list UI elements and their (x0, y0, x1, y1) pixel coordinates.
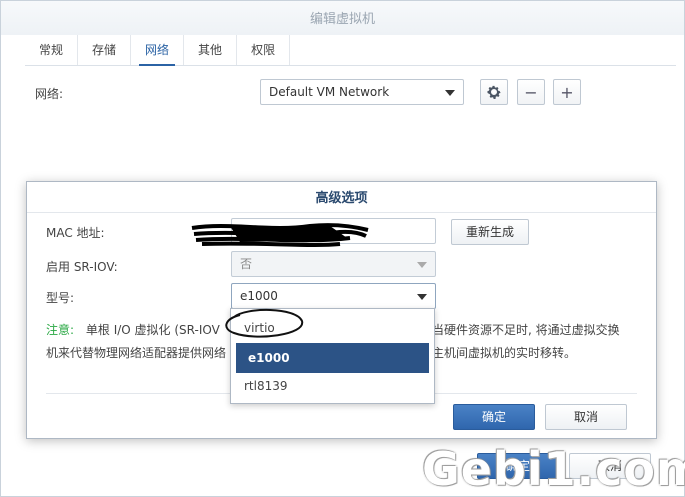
note-line-1: 注意: 单根 I/O 虚拟化 (SR-IOV (46, 321, 220, 338)
sriov-value: 否 (240, 257, 253, 271)
model-option-e1000[interactable]: e1000 (236, 343, 429, 373)
plus-icon: + (560, 82, 574, 102)
add-network-button[interactable]: + (553, 79, 581, 105)
mac-address-label: MAC 地址: (46, 226, 105, 240)
chevron-down-icon (417, 294, 427, 300)
minus-icon: − (524, 82, 538, 102)
chevron-down-icon (417, 262, 427, 268)
model-label: 型号: (46, 291, 75, 305)
sriov-label: 启用 SR-IOV: (46, 260, 118, 274)
tab-permissions[interactable]: 权限 (237, 35, 291, 65)
network-label: 网络: (35, 87, 64, 101)
dialog-title: 编辑虚拟机 (1, 1, 684, 35)
model-option-rtl8139[interactable]: rtl8139 (232, 371, 433, 401)
watermark: Gebi1.com (422, 442, 685, 496)
chevron-down-icon (445, 90, 455, 96)
network-select-value: Default VM Network (269, 85, 390, 99)
note-line-2-tail: 主机间虚拟机的实时移转。 (432, 346, 577, 360)
cancel-button[interactable]: 取消 (545, 404, 627, 430)
note-line-2: 机来代替物理网络适配器提供网络 (46, 346, 227, 360)
note-keyword: 注意: (46, 323, 75, 337)
hand-drawn-circle (225, 308, 304, 338)
ok-button[interactable]: 确定 (453, 404, 535, 430)
regenerate-button[interactable]: 重新生成 (451, 219, 529, 245)
remove-network-button[interactable]: − (517, 79, 545, 105)
tab-bar: 常规 存储 网络 其他 权限 (25, 35, 676, 66)
gear-icon (487, 85, 501, 99)
tab-storage[interactable]: 存储 (78, 35, 132, 65)
network-settings-button[interactable] (480, 79, 508, 105)
advanced-dialog-title: 高级选项 (27, 182, 656, 213)
tab-other[interactable]: 其他 (184, 35, 238, 65)
network-select[interactable]: Default VM Network (260, 79, 464, 105)
tab-general[interactable]: 常规 (25, 35, 79, 65)
note-text-1: 单根 I/O 虚拟化 (SR-IOV (85, 323, 220, 337)
redaction-scribble (191, 223, 369, 247)
note-line-1-tail: 当硬件资源不足时, 将通过虚拟交换 (432, 323, 620, 337)
sriov-select[interactable]: 否 (231, 251, 436, 277)
model-value: e1000 (240, 289, 278, 303)
tab-network[interactable]: 网络 (131, 35, 185, 66)
